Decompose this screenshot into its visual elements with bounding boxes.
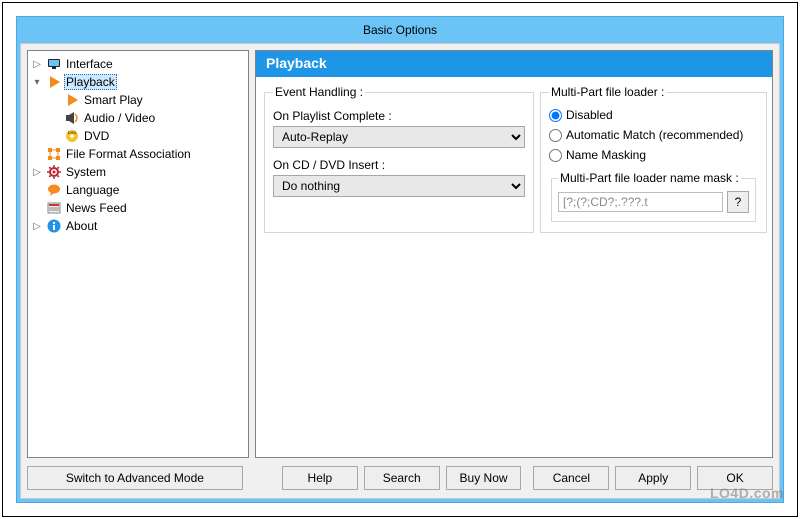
tree-expander-icon[interactable]: ▷	[32, 167, 42, 178]
play-icon	[46, 74, 62, 90]
tree-expander-icon[interactable]: ▾	[32, 77, 42, 88]
tree-item-smart-play[interactable]: Smart Play	[30, 91, 246, 109]
tree-item-label: Smart Play	[82, 93, 145, 107]
tree-item-label: System	[64, 165, 108, 179]
category-tree[interactable]: ▷ Interface ▾ Playback Smart Play Audio / Vid…	[27, 50, 249, 458]
tree-item-dvd[interactable]: DVD DVD	[30, 127, 246, 145]
tree-item-interface[interactable]: ▷ Interface	[30, 55, 246, 73]
tree-expander-icon[interactable]: ▷	[32, 221, 42, 232]
tree-item-label: Language	[64, 183, 121, 197]
tree-item-label: Playback	[64, 74, 117, 90]
window-chrome: Basic Options ▷ Interface ▾ Playback Smart P…	[16, 16, 784, 503]
mask-help-button[interactable]: ?	[727, 191, 749, 213]
tree-item-playback[interactable]: ▾ Playback	[30, 73, 246, 91]
svg-text:DVD: DVD	[68, 130, 77, 135]
tree-item-system[interactable]: ▷ System	[30, 163, 246, 181]
group-multipart: Multi-Part file loader : Disabled Automat…	[540, 85, 767, 233]
tree-item-label: News Feed	[64, 201, 129, 215]
news-icon	[46, 200, 62, 216]
radio-label: Disabled	[566, 108, 613, 122]
tree-item-about[interactable]: ▷ About	[30, 217, 246, 235]
play-icon	[64, 92, 80, 108]
tree-item-language[interactable]: Language	[30, 181, 246, 199]
group-event-handling: Event Handling : On Playlist Complete : …	[264, 85, 534, 233]
apply-button[interactable]: Apply	[615, 466, 691, 490]
radio-input[interactable]	[549, 149, 562, 162]
tree-item-label: File Format Association	[64, 147, 193, 161]
multipart-option-automatic-match-recommended[interactable]: Automatic Match (recommended)	[549, 125, 758, 145]
radio-label: Name Masking	[566, 148, 646, 162]
options-dialog: Basic Options ▷ Interface ▾ Playback Smart P…	[2, 2, 798, 517]
buynow-button[interactable]: Buy Now	[446, 466, 522, 490]
tree-item-label: DVD	[82, 129, 111, 143]
radio-input[interactable]	[549, 129, 562, 142]
group-mask-legend: Multi-Part file loader name mask :	[558, 171, 741, 185]
group-mask: Multi-Part file loader name mask : ?	[551, 171, 756, 222]
main-grid: ▷ Interface ▾ Playback Smart Play Audio / Vid…	[27, 50, 773, 458]
radio-label: Automatic Match (recommended)	[566, 128, 743, 142]
gear-icon	[46, 164, 62, 180]
tree-item-label: Interface	[64, 57, 115, 71]
multipart-option-name-masking[interactable]: Name Masking	[549, 145, 758, 165]
window-titlebar: Basic Options	[17, 17, 783, 43]
bubble-icon	[46, 182, 62, 198]
tree-item-audio-video[interactable]: Audio / Video	[30, 109, 246, 127]
settings-panel: Playback Event Handling : On Playlist Co…	[255, 50, 773, 458]
cd-insert-label: On CD / DVD Insert :	[273, 158, 525, 172]
playlist-complete-label: On Playlist Complete :	[273, 109, 525, 123]
switch-mode-button[interactable]: Switch to Advanced Mode	[27, 466, 243, 490]
disc-icon: DVD	[64, 128, 80, 144]
window-title: Basic Options	[363, 23, 437, 37]
help-button[interactable]: Help	[282, 466, 358, 490]
group-multipart-legend: Multi-Part file loader :	[549, 85, 666, 99]
group-event-handling-legend: Event Handling :	[273, 85, 365, 99]
info-icon	[46, 218, 62, 234]
search-button[interactable]: Search	[364, 466, 440, 490]
mask-input[interactable]	[558, 192, 723, 212]
tree-expander-icon[interactable]: ▷	[32, 59, 42, 70]
tree-item-label: About	[64, 219, 99, 233]
monitor-icon	[46, 56, 62, 72]
cd-insert-select[interactable]: Do nothing	[273, 175, 525, 197]
multipart-option-disabled[interactable]: Disabled	[549, 105, 758, 125]
tree-item-file-format-association[interactable]: File Format Association	[30, 145, 246, 163]
audio-icon	[64, 110, 80, 126]
tree-item-label: Audio / Video	[82, 111, 157, 125]
ok-button[interactable]: OK	[697, 466, 773, 490]
radio-input[interactable]	[549, 109, 562, 122]
tree-item-news-feed[interactable]: News Feed	[30, 199, 246, 217]
client-area: ▷ Interface ▾ Playback Smart Play Audio / Vid…	[20, 43, 780, 499]
panel-body: Event Handling : On Playlist Complete : …	[256, 77, 772, 237]
panel-title: Playback	[256, 51, 772, 77]
mask-row: ?	[558, 191, 749, 213]
playlist-complete-select[interactable]: Auto-Replay	[273, 126, 525, 148]
button-bar: Switch to Advanced Mode Help Search Buy …	[27, 464, 773, 490]
cancel-button[interactable]: Cancel	[533, 466, 609, 490]
grid-icon	[46, 146, 62, 162]
